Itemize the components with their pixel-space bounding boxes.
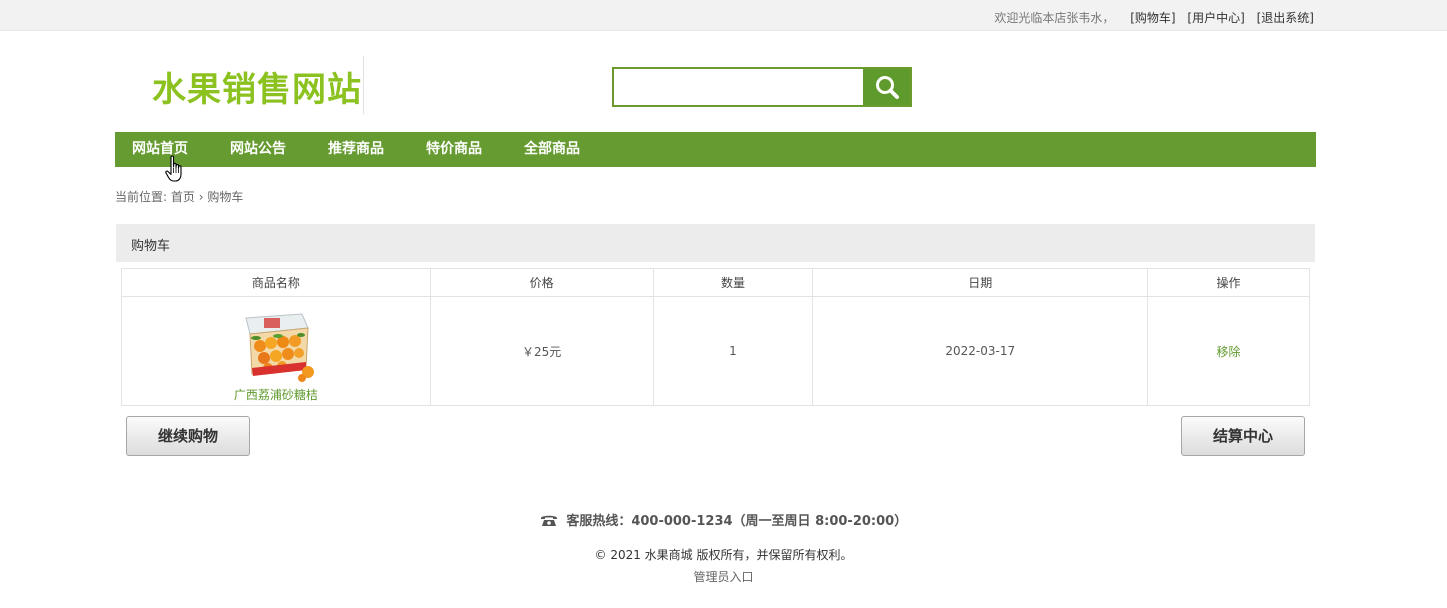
cart-link[interactable]: [购物车]	[1130, 11, 1175, 25]
column-header-quantity: 数量	[652, 268, 814, 297]
site-logo[interactable]: 水果销售网站	[152, 62, 362, 111]
column-header-name: 商品名称	[121, 268, 431, 297]
product-cell: 广西荔浦砂糖桔	[121, 296, 431, 406]
search-box	[612, 67, 912, 107]
product-date: 2022-03-17	[812, 296, 1149, 406]
breadcrumb-current: 购物车	[207, 190, 244, 204]
action-cell: 移除	[1147, 296, 1310, 406]
fruit-box-icon	[245, 312, 314, 382]
table-row: 广西荔浦砂糖桔 ￥25元 1 2022-03-17 移除	[121, 296, 1310, 406]
top-links: 欢迎光临本店张韦水， [购物车] [用户中心] [退出系统]	[994, 9, 1314, 26]
breadcrumb: 当前位置: 首页 › 购物车	[115, 188, 243, 205]
search-button[interactable]	[863, 69, 910, 105]
footer-copyright: © 2021 水果商城 版权所有，并保留所有权利。	[594, 548, 853, 562]
admin-entry-link[interactable]: 管理员入口	[0, 568, 1447, 585]
column-header-date: 日期	[812, 268, 1149, 297]
continue-shopping-button[interactable]: 继续购物	[126, 416, 250, 456]
footer-hotline: 客服热线：400-000-1234（周一至周日 8:00-20:00）	[0, 510, 1447, 529]
table-header-row: 商品名称 价格 数量 日期 操作	[121, 268, 1310, 297]
remove-link[interactable]: 移除	[1217, 345, 1241, 359]
search-input[interactable]	[614, 69, 864, 105]
hand-cursor-icon	[165, 155, 182, 182]
search-icon	[875, 76, 899, 99]
checkout-button[interactable]: 结算中心	[1181, 416, 1305, 456]
product-price: ￥25元	[429, 296, 654, 406]
column-header-action: 操作	[1147, 268, 1310, 297]
product-name-link[interactable]: 广西荔浦砂糖桔	[122, 386, 430, 403]
column-header-price: 价格	[429, 268, 654, 297]
product-quantity: 1	[652, 296, 814, 406]
phone-icon	[540, 515, 557, 526]
breadcrumb-home-link[interactable]: 首页	[171, 190, 195, 204]
cart-table: 商品名称 价格 数量 日期 操作 广西荔浦砂糖桔 ￥25元 1 2022-03-…	[121, 268, 1310, 406]
breadcrumb-separator: ›	[198, 190, 204, 204]
nav-item-announcements[interactable]: 网站公告	[230, 132, 286, 167]
cart-panel-header: 购物车	[116, 224, 1315, 262]
product-image[interactable]	[238, 308, 314, 382]
nav-item-specials[interactable]: 特价商品	[426, 132, 482, 167]
logout-link[interactable]: [退出系统]	[1257, 11, 1314, 25]
welcome-text: 欢迎光临本店张韦水，	[994, 11, 1115, 25]
user-center-link[interactable]: [用户中心]	[1187, 11, 1244, 25]
nav-item-recommended[interactable]: 推荐商品	[328, 132, 384, 167]
breadcrumb-prefix: 当前位置:	[115, 190, 168, 204]
logo-divider	[363, 56, 364, 114]
main-nav: 网站首页 网站公告 推荐商品 特价商品 全部商品	[115, 132, 1316, 167]
nav-item-all-products[interactable]: 全部商品	[524, 132, 580, 167]
top-bar: 欢迎光临本店张韦水， [购物车] [用户中心] [退出系统]	[0, 0, 1447, 31]
hotline-text: 客服热线：400-000-1234（周一至周日 8:00-20:00）	[566, 514, 908, 529]
cart-title: 购物车	[131, 239, 171, 254]
